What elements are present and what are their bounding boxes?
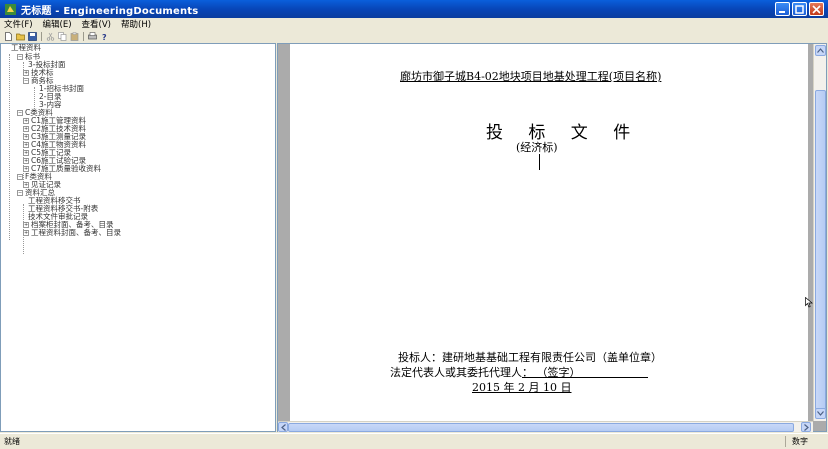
- scroll-left-button[interactable]: [278, 422, 288, 432]
- menu-bar: 文件(F) 编辑(E) 查看(V) 帮助(H): [0, 18, 828, 30]
- arrow-up-icon: [817, 48, 824, 53]
- copy-icon[interactable]: [58, 31, 67, 41]
- document-panel: 廊坊市御子城B4-02地块项目地基处理工程(项目名称) 投 标 文 件 (经济标…: [277, 43, 827, 432]
- menu-file[interactable]: 文件(F): [4, 18, 33, 30]
- paste-icon[interactable]: [70, 31, 79, 41]
- collapse-icon[interactable]: −: [17, 110, 23, 116]
- print-icon[interactable]: [88, 31, 97, 41]
- document-page[interactable]: 廊坊市御子城B4-02地块项目地基处理工程(项目名称) 投 标 文 件 (经济标…: [290, 44, 813, 421]
- arrow-right-icon: [803, 423, 809, 431]
- maximize-icon: [795, 4, 804, 14]
- vertical-scrollbar[interactable]: [813, 44, 826, 421]
- scroll-down-button[interactable]: [815, 408, 826, 419]
- collapse-icon[interactable]: −: [17, 54, 23, 60]
- expand-icon[interactable]: +: [23, 222, 29, 228]
- document-main-title: 投 标 文 件: [486, 123, 641, 143]
- tree-root[interactable]: 工程资料: [11, 44, 41, 52]
- window-title: 无标题 - EngineeringDocuments: [21, 5, 199, 17]
- expand-icon[interactable]: +: [23, 158, 29, 164]
- status-text: 就绪: [4, 437, 20, 446]
- expand-icon[interactable]: +: [23, 150, 29, 156]
- toolbar: ?: [0, 30, 828, 42]
- close-button[interactable]: [809, 2, 824, 16]
- app-icon: [5, 3, 16, 15]
- expand-icon[interactable]: +: [23, 134, 29, 140]
- menu-help[interactable]: 帮助(H): [121, 18, 151, 30]
- collapse-icon[interactable]: −: [23, 78, 29, 84]
- date-line: 2015 年 2 月 10 日: [472, 381, 572, 394]
- title-bar: 无标题 - EngineeringDocuments: [0, 0, 828, 18]
- svg-text:?: ?: [102, 33, 107, 41]
- cut-icon[interactable]: [46, 32, 55, 41]
- menu-edit[interactable]: 编辑(E): [43, 18, 72, 30]
- save-icon[interactable]: [28, 31, 37, 41]
- horizontal-scroll-thumb[interactable]: [288, 423, 794, 432]
- open-folder-icon[interactable]: [16, 32, 25, 41]
- toolbar-separator: [41, 31, 42, 41]
- text-cursor: [539, 154, 540, 170]
- arrow-down-icon: [817, 411, 824, 416]
- signature-underline: [522, 377, 648, 378]
- close-icon: [812, 4, 821, 14]
- project-title: 廊坊市御子城B4-02地块项目地基处理工程(项目名称): [400, 70, 662, 83]
- help-icon[interactable]: ?: [100, 32, 109, 41]
- numlock-indicator: 数字: [785, 436, 814, 447]
- toolbar-separator: [83, 31, 84, 41]
- collapse-icon[interactable]: −: [17, 174, 23, 180]
- expand-icon[interactable]: +: [23, 118, 29, 124]
- collapse-icon[interactable]: −: [17, 190, 23, 196]
- arrow-left-icon: [280, 423, 286, 431]
- tree-panel[interactable]: 工程资料 − 标书 3-投标封面 + 技术标 − 商务标 1-招标书封面 2-目录 3…: [0, 43, 276, 432]
- expand-icon[interactable]: +: [23, 142, 29, 148]
- horizontal-scrollbar[interactable]: [278, 421, 813, 432]
- new-file-icon[interactable]: [4, 31, 13, 41]
- minimize-icon: [779, 10, 785, 13]
- status-bar: 就绪 数字: [0, 433, 828, 449]
- bidder-line: 投标人：建研地基基础工程有限责任公司（盖单位章）: [398, 351, 662, 364]
- tree-item[interactable]: + 工程资料封面、备考、目录: [23, 229, 121, 237]
- menu-view[interactable]: 查看(V): [82, 18, 111, 30]
- minimize-button[interactable]: [775, 2, 790, 16]
- expand-icon[interactable]: +: [23, 230, 29, 236]
- expand-icon[interactable]: +: [23, 126, 29, 132]
- mouse-pointer-icon: [805, 297, 813, 308]
- maximize-button[interactable]: [792, 2, 807, 16]
- document-sub-title: (经济标): [516, 141, 558, 154]
- scroll-right-button[interactable]: [801, 422, 811, 432]
- vertical-scroll-thumb[interactable]: [815, 90, 826, 410]
- expand-icon[interactable]: +: [23, 70, 29, 76]
- scroll-up-button[interactable]: [815, 45, 826, 56]
